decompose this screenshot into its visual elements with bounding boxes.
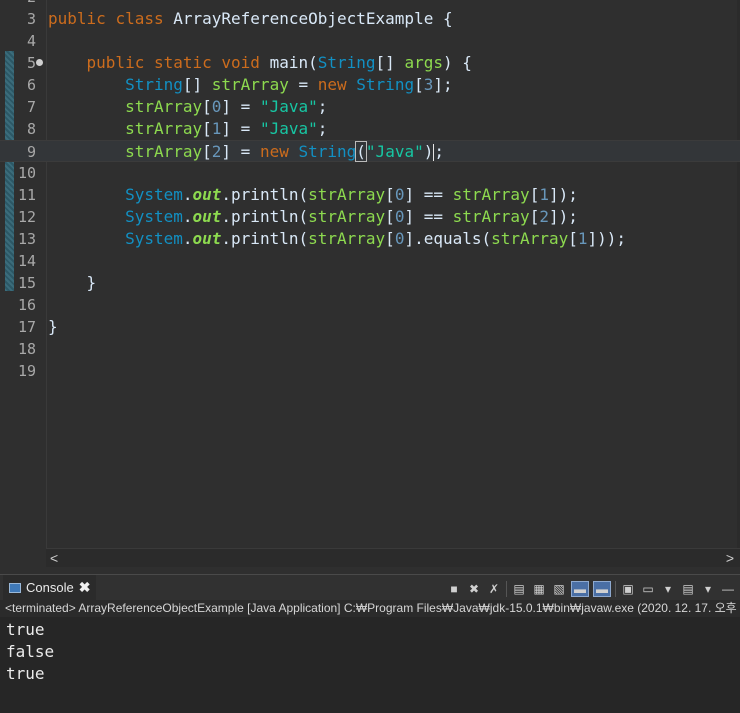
text-cursor	[433, 144, 435, 161]
line-number: 9	[26, 143, 36, 161]
console-output[interactable]: true false true	[0, 617, 740, 713]
code-line[interactable]: 15 }	[0, 272, 740, 294]
line-number: 18	[17, 340, 36, 358]
tab-console[interactable]: Console ✖	[3, 575, 97, 600]
code-line[interactable]: 18	[0, 338, 740, 360]
console-output-line: true	[6, 664, 45, 683]
terminate-icon[interactable]: ■	[446, 581, 462, 597]
line-number: 16	[17, 296, 36, 314]
console-status-line: <terminated> ArrayReferenceObjectExample…	[0, 600, 740, 617]
line-number: 14	[17, 252, 36, 270]
code-line[interactable]: 8 strArray[1] = "Java";	[0, 118, 740, 140]
code-line[interactable]: 10	[0, 162, 740, 184]
console-output-line: true	[6, 620, 45, 639]
code-line[interactable]: 19	[0, 360, 740, 382]
line-number: 2	[0, 0, 36, 8]
scroll-left-arrow-icon[interactable]: <	[50, 549, 58, 567]
console-icon	[9, 582, 21, 593]
minimize-icon[interactable]: —	[720, 581, 736, 597]
line-number: 8	[26, 120, 36, 138]
code-line[interactable]: 6 String[] strArray = new String[3];	[0, 74, 740, 96]
code-text[interactable]: strArray[1] = "Java";	[48, 118, 327, 140]
code-line[interactable]: 14	[0, 250, 740, 272]
code-line[interactable]: 11 System.out.println(strArray[0] == str…	[0, 184, 740, 206]
display-selected-console-icon[interactable]: ▭	[640, 581, 656, 597]
close-icon[interactable]: ✖	[79, 579, 91, 596]
toolbar-divider	[506, 581, 507, 597]
dropdown-arrow-icon[interactable]: ▾	[660, 581, 676, 597]
scroll-lock-icon[interactable]: ▦	[531, 581, 547, 597]
code-line[interactable]: 2	[0, 0, 740, 8]
code-line[interactable]: 5 public static void main(String[] args)…	[0, 52, 740, 74]
console-tab-bar: Console ✖ ■ ✖ ✗ ▤ ▦ ▧ ▬ ▬ ▣ ▭ ▾ ▤ ▾ —	[0, 574, 740, 601]
console-output-line: false	[6, 642, 55, 661]
line-number: 13	[17, 230, 36, 248]
code-text[interactable]: }	[48, 272, 97, 294]
line-number: 11	[17, 186, 36, 204]
pin-console-icon[interactable]: ▣	[620, 581, 636, 597]
show-when-stdout-icon[interactable]: ▬	[571, 581, 589, 597]
override-marker-icon[interactable]	[36, 59, 43, 66]
code-editor[interactable]: 2 3 public class ArrayReferenceObjectExamp…	[0, 0, 740, 568]
horizontal-scrollbar[interactable]: < >	[46, 548, 740, 567]
open-console-icon[interactable]: ▤	[680, 581, 696, 597]
remove-launch-icon[interactable]: ✖	[466, 581, 482, 597]
line-number: 3	[26, 10, 36, 28]
line-number: 6	[26, 76, 36, 94]
code-line[interactable]: 17}	[0, 316, 740, 338]
code-text[interactable]: public static void main(String[] args) {	[48, 52, 472, 74]
line-number: 7	[26, 98, 36, 116]
line-number: 4	[26, 32, 36, 50]
line-number: 15	[17, 274, 36, 292]
code-text[interactable]: }	[48, 316, 58, 338]
console-toolbar: ■ ✖ ✗ ▤ ▦ ▧ ▬ ▬ ▣ ▭ ▾ ▤ ▾ —	[446, 579, 740, 599]
line-number: 10	[17, 164, 36, 182]
line-number: 12	[17, 208, 36, 226]
code-line[interactable]: 12 System.out.println(strArray[0] == str…	[0, 206, 740, 228]
toolbar-divider	[615, 581, 616, 597]
code-text[interactable]: System.out.println(strArray[0].equals(st…	[48, 228, 626, 250]
code-line[interactable]: 13 System.out.println(strArray[0].equals…	[0, 228, 740, 250]
scroll-right-arrow-icon[interactable]: >	[726, 549, 734, 567]
code-line[interactable]: 16	[0, 294, 740, 316]
code-line[interactable]: 9 strArray[2] = new String("Java");	[0, 140, 740, 162]
code-text[interactable]: String[] strArray = new String[3];	[48, 74, 453, 96]
show-when-stderr-icon[interactable]: ▬	[593, 581, 611, 597]
code-text[interactable]: System.out.println(strArray[0] == strArr…	[48, 206, 578, 228]
code-line[interactable]: 4	[0, 30, 740, 52]
code-text[interactable]: public class ArrayReferenceObjectExample…	[48, 8, 453, 30]
line-number: 19	[17, 362, 36, 380]
word-wrap-icon[interactable]: ▧	[551, 581, 567, 597]
line-number: 5	[26, 54, 36, 72]
code-text[interactable]: strArray[2] = new String("Java");	[48, 141, 444, 163]
code-text[interactable]: System.out.println(strArray[0] == strArr…	[48, 184, 578, 206]
clear-console-icon[interactable]: ▤	[511, 581, 527, 597]
remove-all-terminated-icon[interactable]: ✗	[486, 581, 502, 597]
line-number: 17	[17, 318, 36, 336]
code-text[interactable]: strArray[0] = "Java";	[48, 96, 327, 118]
dropdown-arrow-icon[interactable]: ▾	[700, 581, 716, 597]
console-tab-label: Console	[26, 580, 74, 595]
code-line[interactable]: 7 strArray[0] = "Java";	[0, 96, 740, 118]
code-line[interactable]: 3 public class ArrayReferenceObjectExampl…	[0, 8, 740, 30]
